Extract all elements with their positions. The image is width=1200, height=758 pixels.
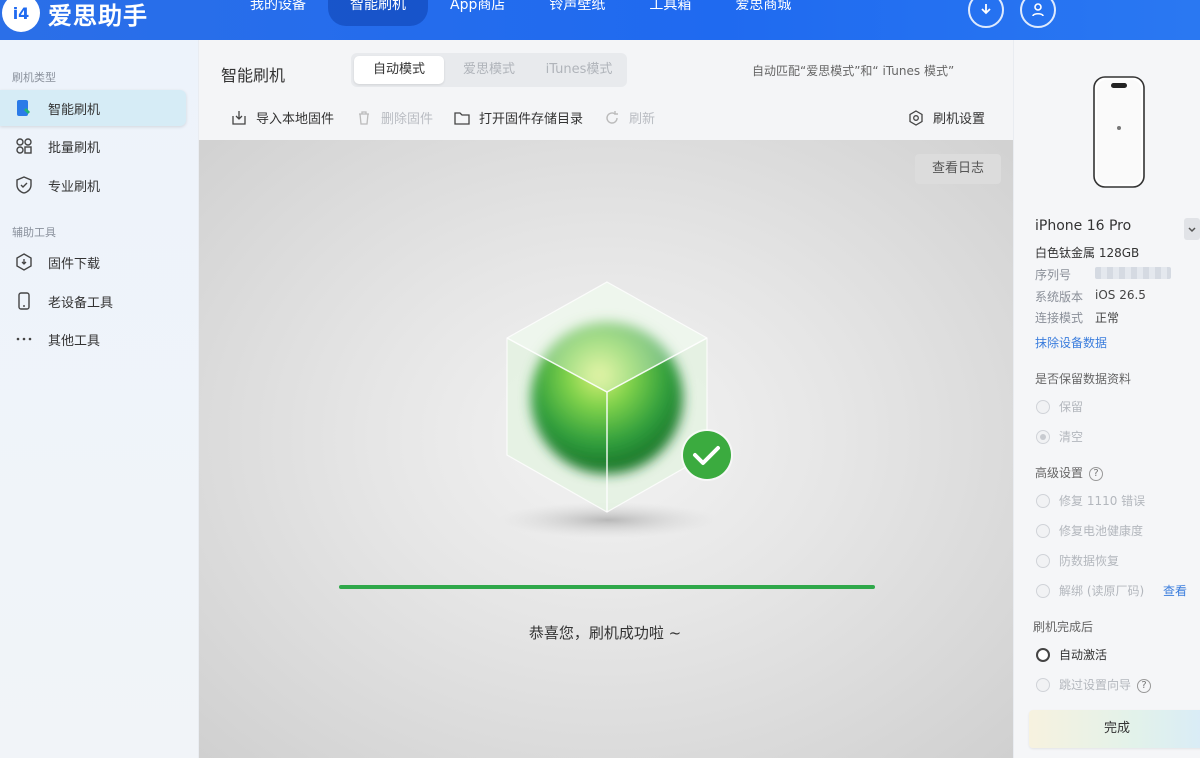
serial-label: 序列号 [1035, 268, 1072, 282]
refresh-label: 刷新 [629, 112, 656, 127]
anti-recovery-label: 防数据恢复 [1059, 554, 1120, 568]
tab-auto-mode[interactable]: 自动模式 [354, 56, 444, 84]
sidebar-group-flash-type: 刷机类型 [12, 71, 56, 84]
nav-ringtones[interactable]: 铃声壁纸 [527, 0, 627, 26]
help-icon[interactable]: ? [1089, 466, 1104, 481]
fix-1110-label: 修复 1110 错误 [1059, 494, 1146, 508]
sidebar-item-label: 其他工具 [48, 333, 101, 349]
success-cube-illustration [498, 281, 733, 538]
serial-value-masked [1095, 267, 1171, 279]
sidebar-item-other-tools[interactable]: 其他工具 [0, 321, 186, 357]
nav-toolbox[interactable]: 工具箱 [627, 0, 713, 26]
brand-logo: i4 [2, 0, 40, 32]
smart-flash-icon [14, 98, 34, 118]
sidebar-item-label: 固件下载 [48, 256, 101, 272]
sidebar: 刷机类型 智能刷机 批量刷机 专业刷机 辅助工具 固件下载 老设备工具 其他工具 [0, 40, 198, 758]
keep-data-radio[interactable] [1036, 400, 1050, 414]
phone-icon [14, 291, 34, 311]
page-title: 智能刷机 [221, 66, 286, 85]
unbind-label: 解绑 (读原厂码) [1059, 584, 1145, 598]
sidebar-item-pro-flash[interactable]: 专业刷机 [0, 167, 186, 203]
user-icon[interactable] [1020, 0, 1056, 28]
view-link[interactable]: 查看 [1163, 582, 1187, 599]
advanced-settings-label: 高级设置 [1035, 466, 1084, 480]
help-icon[interactable]: ? [1137, 678, 1152, 693]
trash-icon [355, 109, 373, 127]
clear-data-radio[interactable] [1036, 430, 1050, 444]
skip-setup-label: 跳过设置向导? [1059, 676, 1152, 693]
download-icon[interactable] [968, 0, 1004, 28]
anti-recovery-radio[interactable] [1036, 554, 1050, 568]
nav-smart-flash[interactable]: 智能刷机 [328, 0, 428, 26]
view-log-button[interactable]: 查看日志 [915, 154, 1001, 184]
auto-activate-radio[interactable] [1036, 648, 1050, 662]
device-dropdown[interactable] [1184, 218, 1200, 240]
version-label: 系统版本 [1035, 290, 1084, 304]
erase-device-link[interactable]: 抹除设备数据 [1035, 334, 1107, 351]
import-label: 导入本地固件 [256, 112, 335, 127]
chevron-down-icon [1188, 227, 1196, 233]
skip-setup-text: 跳过设置向导 [1059, 678, 1132, 692]
keep-data-label: 保留 [1059, 400, 1084, 414]
mode-switch: 自动模式 爱思模式 iTunes模式 [351, 53, 627, 87]
gear-icon [907, 109, 925, 127]
top-bar: i4 爱思助手 我的设备 智能刷机 App商店 铃声壁纸 工具箱 爱思商城 [0, 0, 1200, 40]
shield-check-icon [14, 175, 34, 195]
settings-label: 刷机设置 [933, 112, 986, 127]
sidebar-item-label: 专业刷机 [48, 179, 101, 195]
delete-label: 删除固件 [381, 112, 434, 127]
refresh-button[interactable]: 刷新 [603, 108, 655, 127]
sidebar-item-batch-flash[interactable]: 批量刷机 [0, 128, 186, 164]
sidebar-group-aux-tools: 辅助工具 [12, 226, 56, 239]
nav-my-device[interactable]: 我的设备 [228, 0, 328, 26]
connection-value: 正常 [1095, 311, 1120, 325]
version-value: iOS 26.5 [1095, 288, 1146, 302]
sidebar-item-firmware-download[interactable]: 固件下载 [0, 244, 186, 280]
unbind-radio[interactable] [1036, 584, 1050, 598]
skip-setup-radio[interactable] [1036, 678, 1050, 692]
done-button[interactable]: 完成 [1029, 710, 1200, 748]
batch-flash-icon [14, 136, 34, 156]
more-icon [14, 329, 34, 349]
flash-progress-bar [339, 585, 875, 589]
device-phone-image [1093, 76, 1145, 188]
clear-data-label: 清空 [1059, 430, 1084, 444]
fix-battery-label: 修复电池健康度 [1059, 524, 1144, 538]
open-firmware-dir-button[interactable]: 打开固件存储目录 [453, 108, 583, 127]
sidebar-item-label: 批量刷机 [48, 140, 101, 156]
import-firmware-button[interactable]: 导入本地固件 [230, 108, 334, 127]
folder-icon [453, 109, 471, 127]
delete-firmware-button[interactable]: 删除固件 [355, 108, 433, 127]
tab-itunes-mode[interactable]: iTunes模式 [534, 56, 624, 84]
firmware-icon [14, 252, 34, 272]
top-nav: 我的设备 智能刷机 App商店 铃声壁纸 工具箱 爱思商城 [228, 0, 813, 26]
connection-label: 连接模式 [1035, 311, 1084, 325]
sidebar-item-old-device-tools[interactable]: 老设备工具 [0, 283, 186, 319]
import-icon [230, 109, 248, 127]
tab-i4-mode[interactable]: 爱思模式 [444, 56, 534, 84]
brand: i4 爱思助手 [0, 0, 148, 32]
fix-battery-radio[interactable] [1036, 524, 1050, 538]
sidebar-item-label: 老设备工具 [48, 295, 114, 311]
device-name: iPhone 16 Pro [1035, 218, 1132, 234]
device-color-storage: 白色钛金属 128GB [1035, 246, 1140, 260]
sidebar-item-label: 智能刷机 [48, 102, 101, 118]
flash-settings-button[interactable]: 刷机设置 [907, 108, 985, 127]
mode-note: 自动匹配“爱思模式”和“ iTunes 模式” [752, 64, 955, 78]
open-dir-label: 打开固件存储目录 [479, 112, 584, 127]
after-flash-title: 刷机完成后 [1033, 620, 1094, 634]
nav-app-store[interactable]: App商店 [428, 0, 527, 26]
auto-activate-label: 自动激活 [1059, 648, 1108, 662]
brand-name: 爱思助手 [48, 1, 148, 30]
refresh-icon [603, 109, 621, 127]
success-check-icon [681, 429, 733, 481]
advanced-settings-title: 高级设置? [1035, 464, 1104, 481]
fix-1110-radio[interactable] [1036, 494, 1050, 508]
keep-data-title: 是否保留数据资料 [1035, 372, 1132, 386]
sidebar-item-smart-flash[interactable]: 智能刷机 [0, 90, 186, 126]
nav-mall[interactable]: 爱思商城 [713, 0, 813, 26]
